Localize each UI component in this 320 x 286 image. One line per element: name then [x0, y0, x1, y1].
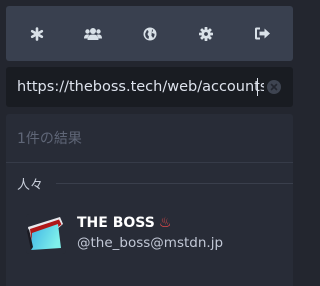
text-caret — [257, 78, 258, 96]
federated-timeline-button[interactable] — [141, 25, 159, 43]
search-input[interactable]: https://theboss.tech/web/accounts/2 — [6, 67, 264, 107]
preferences-button[interactable] — [197, 25, 215, 43]
search-results-count: 1件の結果 — [17, 131, 82, 147]
drawer-nav-bar — [6, 6, 293, 61]
boss-avatar-icon — [26, 214, 66, 254]
account-handle: @the_boss@mstdn.jp — [77, 235, 224, 251]
asterisk-icon — [30, 26, 44, 41]
gear-icon — [198, 26, 213, 41]
section-title: 人々 — [17, 178, 44, 193]
section-header-people: 人々 — [6, 174, 293, 193]
users-icon — [84, 27, 103, 41]
globe-icon — [143, 27, 157, 41]
section-divider — [56, 183, 293, 184]
search-drawer: https://theboss.tech/web/accounts/2 1件の結… — [0, 0, 299, 286]
getting-started-button[interactable] — [28, 25, 46, 43]
local-timeline-button[interactable] — [84, 25, 103, 43]
account-display-name: THE BOSS ♨ — [77, 215, 171, 231]
clear-search-button[interactable] — [267, 80, 281, 94]
sign-out-icon — [254, 27, 270, 40]
display-name-text: THE BOSS — [77, 215, 155, 231]
logout-button[interactable] — [253, 25, 271, 43]
account-item[interactable]: THE BOSS ♨ @the_boss@mstdn.jp — [6, 204, 293, 264]
results-divider — [6, 162, 293, 163]
search-box: https://theboss.tech/web/accounts/2 — [6, 67, 293, 107]
avatar[interactable] — [26, 214, 66, 254]
hot-springs-icon: ♨ — [158, 215, 172, 231]
search-results: 1件の結果 人々 THE BOSS ♨ @the_boss@mstdn.jp — [6, 114, 293, 286]
